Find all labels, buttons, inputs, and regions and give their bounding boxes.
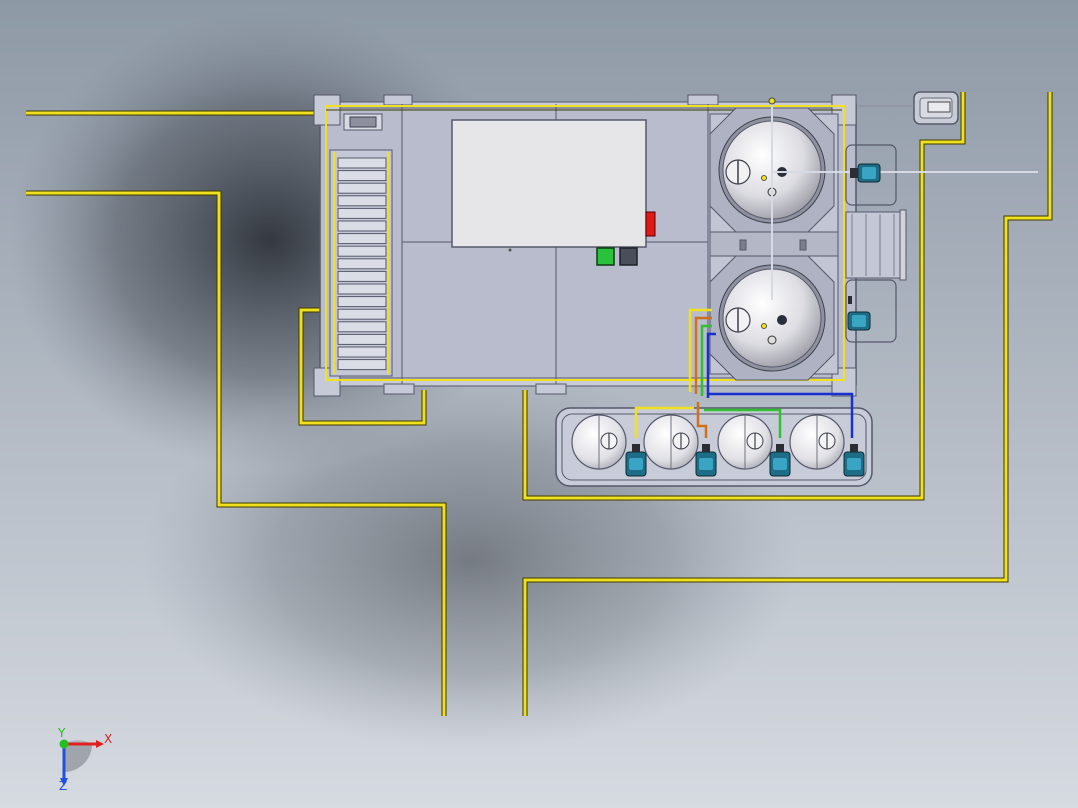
stair-tread: [337, 270, 387, 282]
stair-tread: [337, 258, 387, 270]
stair-tread: [337, 233, 387, 245]
green-start-button[interactable]: [596, 247, 615, 266]
control-panel-icon[interactable]: [451, 119, 656, 266]
stair-tread: [337, 321, 387, 333]
stair-tread: [337, 359, 387, 371]
cad-viewport[interactable]: X Y Z: [0, 0, 1078, 808]
stairs-icon[interactable]: [329, 149, 393, 377]
axis-z-label: Z: [59, 779, 67, 793]
axis-y-label: Y: [57, 726, 66, 740]
stair-tread: [337, 157, 387, 169]
axis-x-label: X: [104, 732, 112, 746]
stop-button[interactable]: [619, 247, 638, 266]
stair-tread: [337, 308, 387, 320]
stair-tread: [337, 220, 387, 232]
red-indicator: [645, 211, 656, 237]
stair-tread: [337, 195, 387, 207]
stair-tread: [337, 245, 387, 257]
stair-tread: [337, 346, 387, 358]
wash-basin[interactable]: [343, 113, 383, 131]
stair-tread: [337, 296, 387, 308]
side-stairs[interactable]: [845, 209, 907, 281]
stair-tread: [337, 283, 387, 295]
stair-tread: [337, 207, 387, 219]
stair-tread: [337, 182, 387, 194]
stair-tread: [337, 170, 387, 182]
stair-tread: [337, 333, 387, 345]
